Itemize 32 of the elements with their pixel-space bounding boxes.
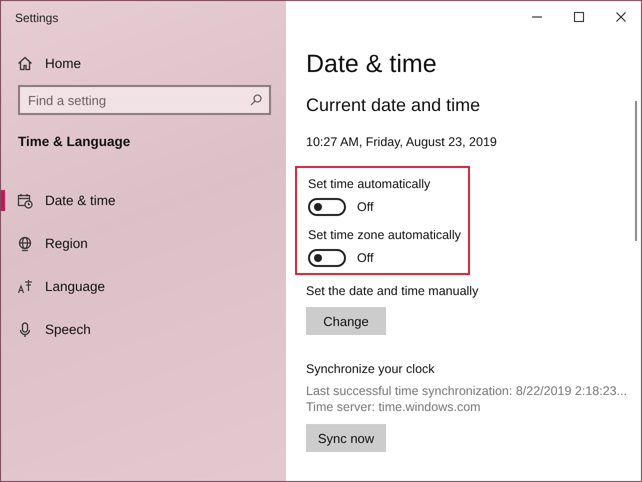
setting-label: Set time automatically: [308, 177, 432, 191]
toggle-state: Off: [357, 200, 374, 214]
toggle-switch[interactable]: [308, 198, 346, 216]
section-heading: Current date and time: [306, 95, 480, 116]
nav-item[interactable]: Speech: [1, 308, 286, 351]
globe-icon: [17, 236, 33, 252]
calendar-clock-icon: [17, 192, 33, 208]
microphone-icon: [17, 322, 33, 338]
change-button[interactable]: Change: [306, 307, 386, 335]
section-label: Synchronize your clock: [306, 362, 435, 376]
search-field[interactable]: Find a setting: [18, 85, 271, 115]
last-sync-text: Last successful time synchronization: 8/22/2019 2:18:23...: [306, 384, 628, 398]
current-date-time: 10:27 AM, Friday, August 23, 2019: [306, 135, 497, 149]
nav-item[interactable]: Date & time: [1, 179, 286, 222]
time-server-text: Time server: time.windows.com: [306, 400, 481, 414]
setting-label: Set time zone automatically: [308, 228, 462, 242]
home-link[interactable]: Home: [17, 56, 82, 71]
close-icon[interactable]: [615, 11, 627, 23]
toggle-state: Off: [357, 251, 374, 265]
scrollbar[interactable]: [635, 101, 637, 241]
setting-label: Set the date and time manually: [306, 284, 478, 298]
search-icon: [250, 94, 262, 106]
maximize-icon[interactable]: [573, 11, 585, 23]
section-heading: Time & Language: [18, 134, 130, 149]
nav-item[interactable]: Language: [1, 265, 286, 308]
window-title: Settings: [15, 11, 58, 25]
nav-item[interactable]: Region: [1, 222, 286, 265]
language-icon: [17, 278, 33, 294]
page-title: Date & time: [306, 50, 437, 79]
home-icon: [17, 56, 33, 71]
sync-now-button[interactable]: Sync now: [306, 424, 386, 452]
toggle-switch[interactable]: [308, 249, 346, 267]
